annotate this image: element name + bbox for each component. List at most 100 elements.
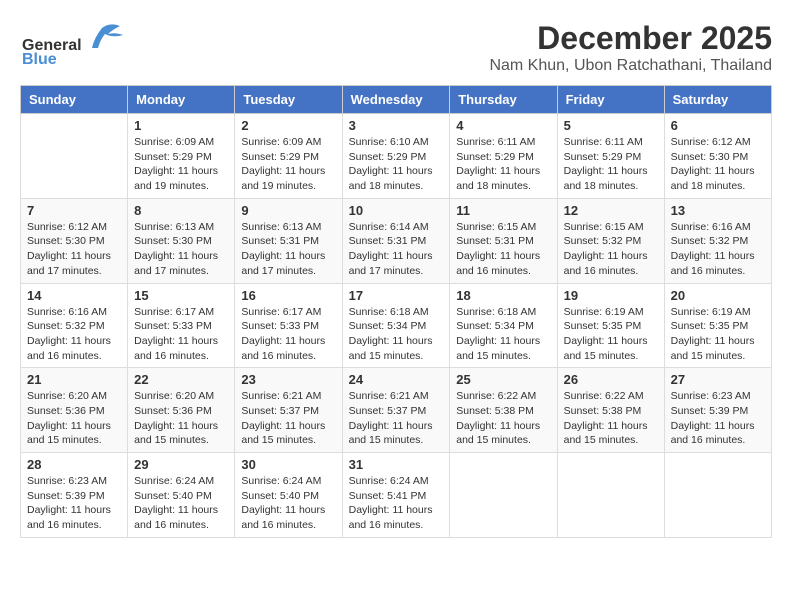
calendar-cell: 9Sunrise: 6:13 AM Sunset: 5:31 PM Daylig… xyxy=(235,198,342,283)
day-info: Sunrise: 6:16 AM Sunset: 5:32 PM Dayligh… xyxy=(27,305,121,364)
month-title: December 2025 xyxy=(489,20,772,57)
day-number: 31 xyxy=(349,457,444,472)
day-number: 17 xyxy=(349,288,444,303)
day-number: 22 xyxy=(134,372,228,387)
day-info: Sunrise: 6:14 AM Sunset: 5:31 PM Dayligh… xyxy=(349,220,444,279)
calendar-cell: 7 Sunrise: 6:12 AM Sunset: 5:30 PM Daylig… xyxy=(21,198,128,283)
calendar-cell: 8 Sunrise: 6:13 AM Sunset: 5:30 PM Daylig… xyxy=(128,198,235,283)
weekday-header-friday: Friday xyxy=(557,86,664,114)
day-number: 26 xyxy=(564,372,658,387)
day-info: Sunrise: 6:16 AM Sunset: 5:32 PM Dayligh… xyxy=(671,220,765,279)
day-number: 7 xyxy=(27,203,121,218)
calendar-cell: 21 Sunrise: 6:20 AM Sunset: 5:36 PM Dayli… xyxy=(21,368,128,453)
calendar-cell xyxy=(557,453,664,538)
day-info: Sunrise: 6:18 AM Sunset: 5:34 PM Dayligh… xyxy=(456,305,550,364)
day-number: 29 xyxy=(134,457,228,472)
calendar-cell: 22 Sunrise: 6:20 AM Sunset: 5:36 PM Dayli… xyxy=(128,368,235,453)
day-info: Sunrise: 6:15 AM Sunset: 5:31 PM Dayligh… xyxy=(456,220,550,279)
day-number: 20 xyxy=(671,288,765,303)
day-info: Sunrise: 6:24 AM Sunset: 5:40 PM Dayligh… xyxy=(134,474,228,533)
day-info: Sunrise: 6:09 AM Sunset: 5:29 PM Dayligh… xyxy=(134,135,228,194)
day-number: 24 xyxy=(349,372,444,387)
day-number: 30 xyxy=(241,457,335,472)
weekday-header-wednesday: Wednesday xyxy=(342,86,450,114)
day-info: Sunrise: 6:20 AM Sunset: 5:36 PM Dayligh… xyxy=(27,389,121,448)
calendar-cell: 27 Sunrise: 6:23 AM Sunset: 5:39 PM Dayli… xyxy=(664,368,771,453)
page-header: General Blue December 2025 Nam Khun, Ubo… xyxy=(20,20,772,75)
weekday-header-monday: Monday xyxy=(128,86,235,114)
weekday-header-thursday: Thursday xyxy=(450,86,557,114)
calendar-cell: 15Sunrise: 6:17 AM Sunset: 5:33 PM Dayli… xyxy=(128,283,235,368)
calendar-cell: 24 Sunrise: 6:21 AM Sunset: 5:37 PM Dayli… xyxy=(342,368,450,453)
day-number: 25 xyxy=(456,372,550,387)
day-number: 4 xyxy=(456,118,550,133)
day-info: Sunrise: 6:13 AM Sunset: 5:30 PM Dayligh… xyxy=(134,220,228,279)
weekday-header-tuesday: Tuesday xyxy=(235,86,342,114)
day-info: Sunrise: 6:21 AM Sunset: 5:37 PM Dayligh… xyxy=(241,389,335,448)
day-number: 15 xyxy=(134,288,228,303)
weekday-header-saturday: Saturday xyxy=(664,86,771,114)
day-info: Sunrise: 6:11 AM Sunset: 5:29 PM Dayligh… xyxy=(564,135,658,194)
day-number: 2 xyxy=(241,118,335,133)
day-number: 23 xyxy=(241,372,335,387)
day-info: Sunrise: 6:19 AM Sunset: 5:35 PM Dayligh… xyxy=(671,305,765,364)
day-number: 21 xyxy=(27,372,121,387)
day-number: 3 xyxy=(349,118,444,133)
day-info: Sunrise: 6:11 AM Sunset: 5:29 PM Dayligh… xyxy=(456,135,550,194)
calendar-cell: 23 Sunrise: 6:21 AM Sunset: 5:37 PM Dayli… xyxy=(235,368,342,453)
calendar-cell xyxy=(21,114,128,199)
calendar-cell: 20 Sunrise: 6:19 AM Sunset: 5:35 PM Dayli… xyxy=(664,283,771,368)
calendar-header-row: SundayMondayTuesdayWednesdayThursdayFrid… xyxy=(21,86,772,114)
calendar-cell: 6 Sunrise: 6:12 AM Sunset: 5:30 PM Daylig… xyxy=(664,114,771,199)
calendar-cell: 17Sunrise: 6:18 AM Sunset: 5:34 PM Dayli… xyxy=(342,283,450,368)
weekday-header-sunday: Sunday xyxy=(21,86,128,114)
calendar-cell: 25 Sunrise: 6:22 AM Sunset: 5:38 PM Dayli… xyxy=(450,368,557,453)
day-info: Sunrise: 6:22 AM Sunset: 5:38 PM Dayligh… xyxy=(456,389,550,448)
calendar-cell: 16 Sunrise: 6:17 AM Sunset: 5:33 PM Dayli… xyxy=(235,283,342,368)
day-number: 6 xyxy=(671,118,765,133)
day-info: Sunrise: 6:24 AM Sunset: 5:40 PM Dayligh… xyxy=(241,474,335,533)
day-info: Sunrise: 6:17 AM Sunset: 5:33 PM Dayligh… xyxy=(241,305,335,364)
calendar-week-row: 1Sunrise: 6:09 AM Sunset: 5:29 PM Daylig… xyxy=(21,114,772,199)
calendar-cell: 26 Sunrise: 6:22 AM Sunset: 5:38 PM Dayli… xyxy=(557,368,664,453)
day-info: Sunrise: 6:13 AM Sunset: 5:31 PM Dayligh… xyxy=(241,220,335,279)
calendar-cell: 2 Sunrise: 6:09 AM Sunset: 5:29 PM Daylig… xyxy=(235,114,342,199)
day-info: Sunrise: 6:19 AM Sunset: 5:35 PM Dayligh… xyxy=(564,305,658,364)
calendar-cell: 11Sunrise: 6:15 AM Sunset: 5:31 PM Dayli… xyxy=(450,198,557,283)
calendar-cell: 5Sunrise: 6:11 AM Sunset: 5:29 PM Daylig… xyxy=(557,114,664,199)
day-info: Sunrise: 6:23 AM Sunset: 5:39 PM Dayligh… xyxy=(671,389,765,448)
calendar-week-row: 7 Sunrise: 6:12 AM Sunset: 5:30 PM Daylig… xyxy=(21,198,772,283)
day-number: 16 xyxy=(241,288,335,303)
calendar-cell: 19 Sunrise: 6:19 AM Sunset: 5:35 PM Dayli… xyxy=(557,283,664,368)
day-info: Sunrise: 6:20 AM Sunset: 5:36 PM Dayligh… xyxy=(134,389,228,448)
calendar-cell: 28 Sunrise: 6:23 AM Sunset: 5:39 PM Dayli… xyxy=(21,453,128,538)
calendar-cell: 10 Sunrise: 6:14 AM Sunset: 5:31 PM Dayli… xyxy=(342,198,450,283)
day-number: 10 xyxy=(349,203,444,218)
day-info: Sunrise: 6:12 AM Sunset: 5:30 PM Dayligh… xyxy=(27,220,121,279)
location-title: Nam Khun, Ubon Ratchathani, Thailand xyxy=(489,57,772,75)
calendar-week-row: 21 Sunrise: 6:20 AM Sunset: 5:36 PM Dayli… xyxy=(21,368,772,453)
calendar-cell: 29 Sunrise: 6:24 AM Sunset: 5:40 PM Dayli… xyxy=(128,453,235,538)
day-number: 19 xyxy=(564,288,658,303)
calendar-cell: 4 Sunrise: 6:11 AM Sunset: 5:29 PM Daylig… xyxy=(450,114,557,199)
day-info: Sunrise: 6:24 AM Sunset: 5:41 PM Dayligh… xyxy=(349,474,444,533)
calendar-cell: 31 Sunrise: 6:24 AM Sunset: 5:41 PM Dayli… xyxy=(342,453,450,538)
day-info: Sunrise: 6:23 AM Sunset: 5:39 PM Dayligh… xyxy=(27,474,121,533)
day-info: Sunrise: 6:10 AM Sunset: 5:29 PM Dayligh… xyxy=(349,135,444,194)
day-number: 18 xyxy=(456,288,550,303)
calendar-cell: 13Sunrise: 6:16 AM Sunset: 5:32 PM Dayli… xyxy=(664,198,771,283)
day-number: 8 xyxy=(134,203,228,218)
day-info: Sunrise: 6:21 AM Sunset: 5:37 PM Dayligh… xyxy=(349,389,444,448)
calendar-cell: 30 Sunrise: 6:24 AM Sunset: 5:40 PM Dayli… xyxy=(235,453,342,538)
day-info: Sunrise: 6:22 AM Sunset: 5:38 PM Dayligh… xyxy=(564,389,658,448)
day-number: 27 xyxy=(671,372,765,387)
day-info: Sunrise: 6:12 AM Sunset: 5:30 PM Dayligh… xyxy=(671,135,765,194)
calendar-cell: 1Sunrise: 6:09 AM Sunset: 5:29 PM Daylig… xyxy=(128,114,235,199)
calendar-cell: 18 Sunrise: 6:18 AM Sunset: 5:34 PM Dayli… xyxy=(450,283,557,368)
day-info: Sunrise: 6:09 AM Sunset: 5:29 PM Dayligh… xyxy=(241,135,335,194)
logo-general-text: General Blue xyxy=(20,20,130,70)
calendar-cell xyxy=(664,453,771,538)
calendar-cell xyxy=(450,453,557,538)
calendar-week-row: 28 Sunrise: 6:23 AM Sunset: 5:39 PM Dayli… xyxy=(21,453,772,538)
day-number: 28 xyxy=(27,457,121,472)
